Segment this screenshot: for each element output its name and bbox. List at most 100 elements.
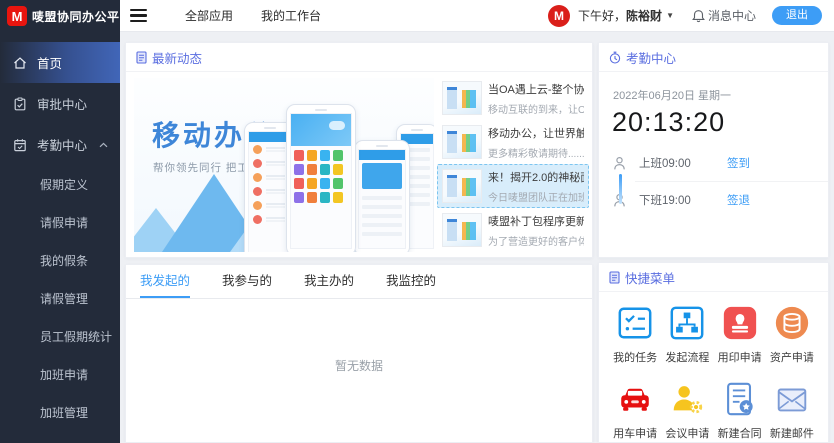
- quick-item-label: 我的任务: [613, 349, 657, 365]
- sidebar-subitem-staff-holiday-stats[interactable]: 员工假期统计: [0, 317, 120, 355]
- sidebar-subitem-leave-apply[interactable]: 请假申请: [0, 203, 120, 241]
- deco-tile: [252, 159, 288, 168]
- sidebar-item-attendance[interactable]: 考勤中心: [0, 124, 120, 165]
- app-grid: [291, 146, 351, 207]
- news-panel: 最新动态 移动办公 帮你领先同行 把工作带出办公室: [125, 42, 593, 258]
- quick-item-label: 新建邮件: [770, 425, 814, 441]
- deco-tile: [320, 150, 330, 161]
- car-icon: [616, 380, 654, 418]
- quick-item-new-mail[interactable]: 新建邮件: [766, 380, 818, 441]
- approval-icon: [13, 97, 27, 111]
- logout-button[interactable]: 退出: [772, 6, 822, 25]
- check-in-link[interactable]: 签到: [727, 155, 750, 171]
- deco-tile: [362, 196, 402, 200]
- stopwatch-icon: [609, 51, 621, 64]
- app-title: 唛盟协同办公平台: [32, 8, 132, 25]
- deco-tile: [307, 164, 317, 175]
- chevron-down-icon[interactable]: ▼: [666, 11, 674, 20]
- news-title: 当OA遇上云-整个协同OA: [488, 81, 584, 97]
- news-panel-title: 最新动态: [152, 48, 202, 67]
- message-center[interactable]: 消息中心: [692, 7, 756, 24]
- timeline-connector: [619, 174, 622, 204]
- tasks-tab-bar: 我发起的 我参与的 我主办的 我监控的: [126, 265, 592, 299]
- attendance-panel-title: 考勤中心: [626, 48, 676, 67]
- quick-item-meeting-apply[interactable]: 会议申请: [661, 380, 713, 441]
- sidebar-item-home[interactable]: 首页: [0, 42, 120, 83]
- deco-tile: [362, 232, 402, 236]
- deco-tile: [252, 173, 288, 182]
- quick-item-label: 用车申请: [613, 425, 657, 441]
- contact-list: [249, 142, 291, 232]
- user-avatar[interactable]: M: [548, 5, 570, 27]
- user-greeting[interactable]: 下午好，陈裕财: [578, 7, 662, 24]
- deco-tile: [252, 187, 288, 196]
- quick-item-asset-apply[interactable]: 资产申请: [766, 304, 818, 365]
- news-thumbnail: [442, 213, 482, 247]
- deco-tile: [252, 145, 288, 154]
- deco-tile: [294, 192, 304, 203]
- news-item[interactable]: 唛盟补丁包程序更新为了营造更好的客户体验，唛: [437, 208, 589, 252]
- news-item[interactable]: 当OA遇上云-整个协同OA移动互联的到来，让OA与云: [437, 76, 589, 120]
- promo-banner[interactable]: 移动办公 帮你领先同行 把工作带出办公室: [134, 78, 434, 252]
- deco-tile: [362, 223, 402, 227]
- tasks-icon: [616, 304, 654, 342]
- news-thumbnail: [442, 169, 482, 203]
- phone-mockup: [354, 140, 410, 252]
- quick-item-vehicle-apply[interactable]: 用车申请: [609, 380, 661, 441]
- sidebar-subitem-holiday-define[interactable]: 假期定义: [0, 165, 120, 203]
- person-icon: [612, 156, 627, 171]
- sidebar-subitem-overtime-apply[interactable]: 加班申请: [0, 355, 120, 393]
- menu-toggle-icon[interactable]: [130, 9, 147, 22]
- brand-logo: M: [7, 6, 27, 26]
- check-out-label: 下班19:00: [639, 192, 701, 208]
- nav-my-workspace[interactable]: 我的工作台: [261, 7, 321, 24]
- deco-tile: [252, 215, 288, 224]
- quick-item-new-contract[interactable]: 新建合同: [714, 380, 766, 441]
- quick-item-label: 用印申请: [718, 349, 762, 365]
- news-panel-header: 最新动态: [126, 43, 592, 72]
- news-item[interactable]: 移动办公，让世界触手可更多精彩敬请期待......: [437, 120, 589, 164]
- divider: [635, 181, 828, 182]
- news-title: 唛盟补丁包程序更新: [488, 213, 584, 229]
- deco-tile: [333, 192, 343, 203]
- nav-all-apps[interactable]: 全部应用: [185, 7, 233, 24]
- quick-item-my-tasks[interactable]: 我的任务: [609, 304, 661, 365]
- tab-participated-by-me[interactable]: 我参与的: [222, 265, 272, 298]
- attendance-date: 2022年06月20日 星期一: [613, 87, 828, 103]
- stamp-icon: [721, 304, 759, 342]
- attendance-panel: 考勤中心 2022年06月20日 星期一 20:13:20 上班09:00 签到…: [598, 42, 829, 258]
- news-list: 当OA遇上云-整个协同OA移动互联的到来，让OA与云 移动办公，让世界触手可更多…: [437, 76, 589, 252]
- news-item-selected[interactable]: 来！揭开2.0的神秘面纱-今日唛盟团队正在加班加点，: [437, 164, 589, 208]
- sidebar-subitem-overtime-manage[interactable]: 加班管理: [0, 393, 120, 431]
- news-desc: 为了营造更好的客户体验，唛: [488, 233, 584, 248]
- sidebar-subitem-my-leave[interactable]: 我的假条: [0, 241, 120, 279]
- check-out-link[interactable]: 签退: [727, 192, 750, 208]
- quick-item-start-flow[interactable]: 发起流程: [661, 304, 713, 365]
- sidebar-subitem-leave-manage[interactable]: 请假管理: [0, 279, 120, 317]
- phone-mockup: [286, 104, 356, 252]
- deco-tile: [362, 214, 402, 218]
- quick-item-label: 会议申请: [665, 425, 709, 441]
- news-thumbnail: [442, 125, 482, 159]
- deco-tile: [294, 150, 304, 161]
- check-in-row: 上班09:00 签到: [599, 148, 828, 178]
- tab-initiated-by-me[interactable]: 我发起的: [140, 265, 190, 298]
- deco-tile: [333, 164, 343, 175]
- topbar: M 唛盟协同办公平台 全部应用 我的工作台 M 下午好，陈裕财 ▼ 消息中心 退…: [0, 0, 834, 32]
- deco-tile: [333, 178, 343, 189]
- tab-hosted-by-me[interactable]: 我主办的: [304, 265, 354, 298]
- message-center-label: 消息中心: [708, 7, 756, 24]
- sidebar-item-approval[interactable]: 审批中心: [0, 83, 120, 124]
- deco-tile: [252, 201, 288, 210]
- topbar-main: 全部应用 我的工作台 M 下午好，陈裕财 ▼ 消息中心 退出: [120, 0, 834, 31]
- app-root: M 唛盟协同办公平台 全部应用 我的工作台 M 下午好，陈裕财 ▼ 消息中心 退…: [0, 0, 834, 443]
- quick-menu-header: 快捷菜单: [599, 263, 828, 292]
- chevron-up-icon: [99, 142, 108, 148]
- sidebar-item-label: 考勤中心: [37, 135, 87, 154]
- news-title: 移动办公，让世界触手可: [488, 125, 584, 141]
- meeting-icon: [668, 380, 706, 418]
- sidebar-item-label: 首页: [37, 53, 62, 72]
- tab-monitored-by-me[interactable]: 我监控的: [386, 265, 436, 298]
- quick-item-seal-apply[interactable]: 用印申请: [714, 304, 766, 365]
- deco-tile: [294, 164, 304, 175]
